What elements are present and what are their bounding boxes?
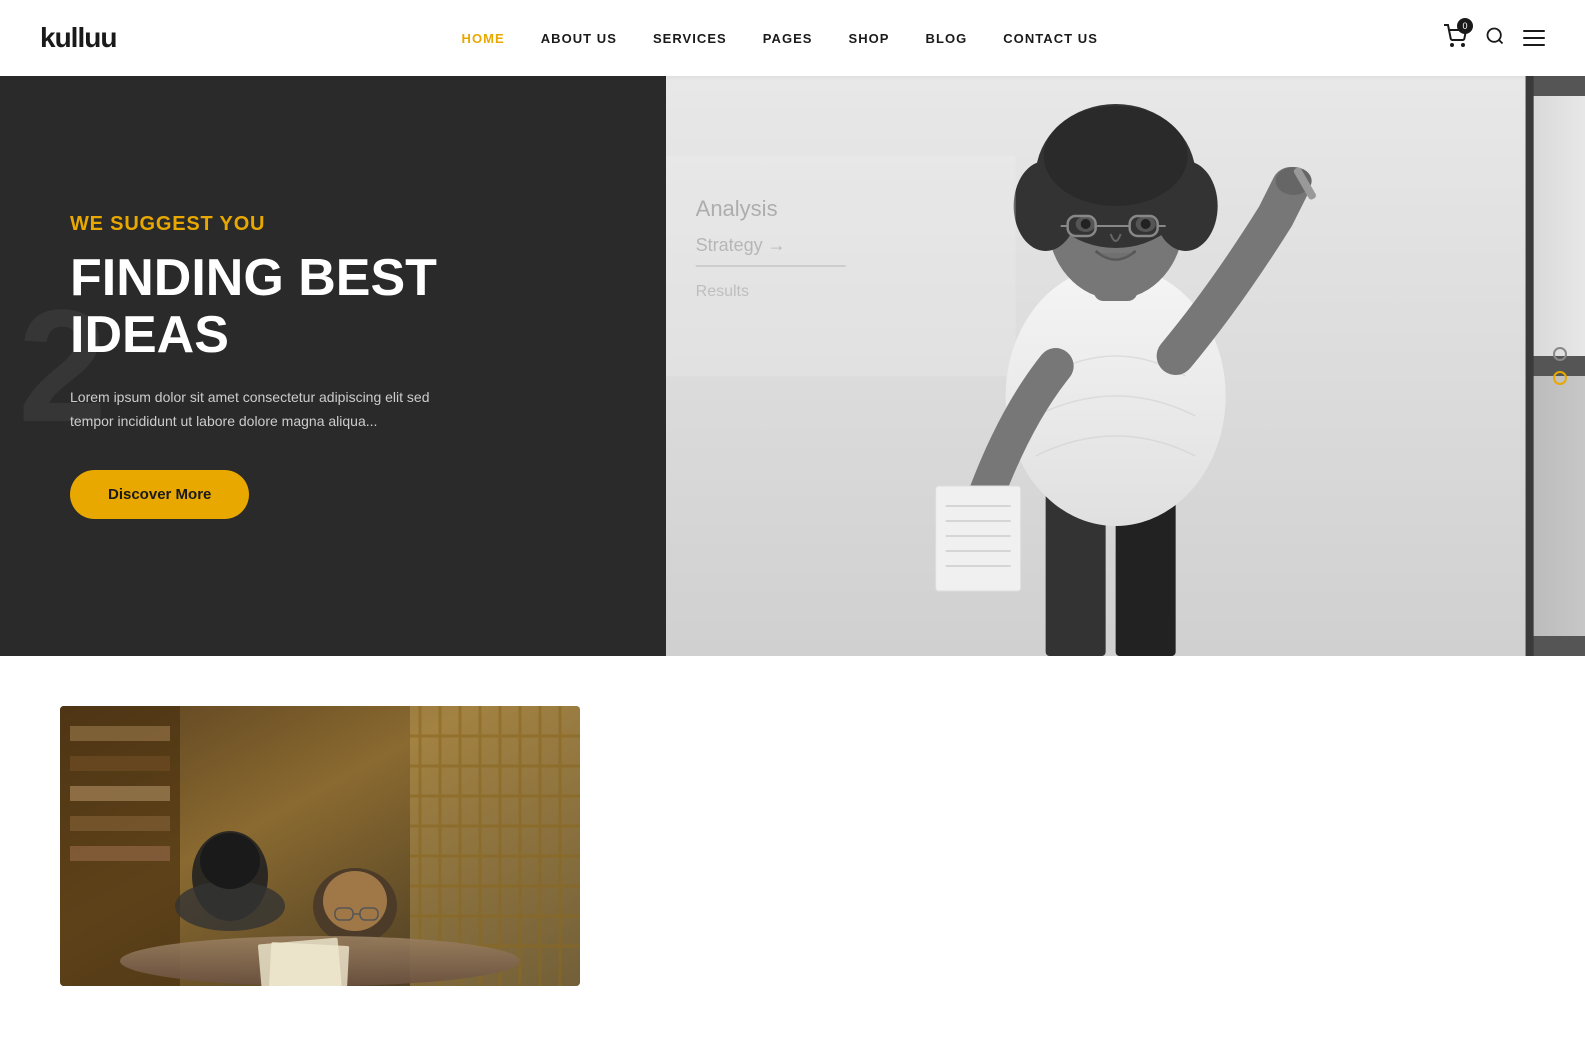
nav-item-home[interactable]: HOME bbox=[462, 31, 505, 46]
cart-badge: 0 bbox=[1457, 18, 1473, 34]
menu-icon bbox=[1523, 30, 1545, 32]
nav-item-services[interactable]: SERVICES bbox=[653, 31, 727, 46]
nav-item-contact[interactable]: CONTACT US bbox=[1003, 31, 1098, 46]
nav-item-blog[interactable]: BLOG bbox=[926, 31, 968, 46]
hero-left-panel: 2 WE SUGGEST YOU FINDING BEST IDEAS Lore… bbox=[0, 76, 666, 656]
cart-button[interactable]: 0 bbox=[1443, 24, 1467, 53]
below-hero-svg bbox=[60, 706, 580, 986]
below-hero-section bbox=[0, 656, 1585, 986]
header: kulluu HOME ABOUT US SERVICES PAGES SHOP… bbox=[0, 0, 1585, 76]
slider-dots bbox=[1553, 347, 1567, 385]
hero-title: FINDING BEST IDEAS bbox=[70, 250, 596, 364]
slide-number: 2 bbox=[18, 286, 107, 446]
slider-dot-2[interactable] bbox=[1553, 371, 1567, 385]
search-button[interactable] bbox=[1485, 26, 1505, 51]
menu-button[interactable] bbox=[1523, 30, 1545, 46]
slider-dot-1[interactable] bbox=[1553, 347, 1567, 361]
svg-text:Strategy →: Strategy → bbox=[695, 235, 785, 255]
menu-icon bbox=[1523, 37, 1545, 39]
menu-icon bbox=[1523, 44, 1545, 46]
search-icon bbox=[1485, 26, 1505, 46]
nav-item-pages[interactable]: PAGES bbox=[763, 31, 813, 46]
hero-subtitle: WE SUGGEST YOU bbox=[70, 213, 596, 236]
hero-section: 2 WE SUGGEST YOU FINDING BEST IDEAS Lore… bbox=[0, 76, 1585, 656]
header-actions: 0 bbox=[1443, 24, 1545, 53]
hero-description: Lorem ipsum dolor sit amet consectetur a… bbox=[70, 386, 450, 434]
logo[interactable]: kulluu bbox=[40, 22, 116, 54]
svg-text:Analysis: Analysis bbox=[695, 196, 777, 221]
hero-image: Analysis Strategy → Results bbox=[666, 76, 1585, 656]
hero-right-panel: Analysis Strategy → Results bbox=[666, 76, 1585, 656]
below-hero-image bbox=[60, 706, 580, 986]
discover-more-button[interactable]: Discover More bbox=[70, 470, 249, 519]
svg-text:Results: Results bbox=[695, 283, 748, 300]
nav-item-about[interactable]: ABOUT US bbox=[541, 31, 617, 46]
nav-item-shop[interactable]: SHOP bbox=[849, 31, 890, 46]
main-nav: HOME ABOUT US SERVICES PAGES SHOP BLOG C… bbox=[462, 31, 1098, 46]
